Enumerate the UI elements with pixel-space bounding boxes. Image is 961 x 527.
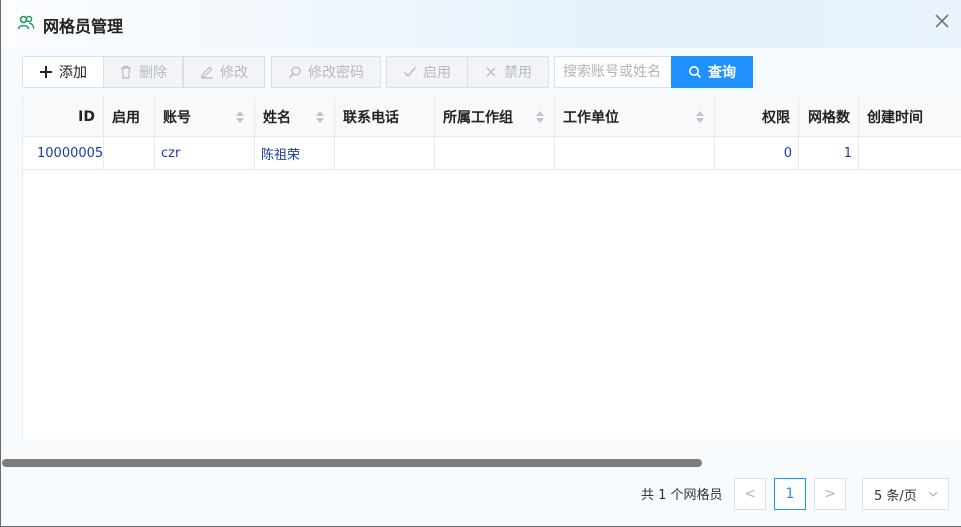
cell-workgroup — [435, 137, 555, 170]
search-input[interactable] — [554, 56, 672, 88]
cell-created-time — [859, 137, 961, 170]
column-header-work-unit[interactable]: 工作单位 — [555, 97, 715, 137]
enable-button-label: 启用 — [423, 65, 451, 81]
sort-icon — [316, 111, 324, 123]
grid-member-dialog: 网格员管理 添加 删除 修改 修改密码 启用 禁用 搜索账号或姓名 查询 ID … — [0, 0, 961, 527]
grid-header: ID 启用 账号 姓名 联系电话 所属工作组 工作单位 权限 网格数 创建时间 — [23, 97, 961, 137]
change-password-label: 修改密码 — [308, 65, 364, 81]
column-header-grid-count[interactable]: 网格数 — [799, 97, 859, 137]
sort-icon — [236, 111, 244, 123]
change-password-button[interactable]: 修改密码 — [271, 56, 381, 88]
chevron-right-icon: > — [824, 486, 836, 502]
x-icon — [484, 65, 498, 79]
close-icon — [935, 14, 949, 28]
cell-permission: 0 — [715, 137, 799, 170]
column-header-name[interactable]: 姓名 — [255, 97, 335, 137]
cell-account: czr — [155, 137, 255, 170]
column-header-account[interactable]: 账号 — [155, 97, 255, 137]
edit-button[interactable]: 修改 — [183, 56, 265, 88]
dialog-title: 网格员管理 — [43, 17, 124, 36]
search-icon — [288, 65, 302, 79]
next-page-button[interactable]: > — [814, 478, 846, 510]
cell-grid-count: 1 — [799, 137, 859, 170]
delete-button[interactable]: 删除 — [103, 56, 183, 88]
users-icon — [17, 14, 35, 32]
cell-id: 10000005 — [23, 137, 104, 170]
table-row[interactable]: 10000005 czr 陈祖荣 0 1 — [23, 137, 961, 170]
column-header-enabled[interactable]: 启用 — [104, 97, 155, 137]
pagination-total: 共 1 个网格员 — [641, 488, 723, 503]
check-icon — [403, 65, 417, 79]
page-size-select[interactable]: 5 条/页 — [862, 478, 949, 510]
search-icon — [688, 65, 702, 79]
close-button[interactable] — [932, 11, 952, 31]
column-header-permission[interactable]: 权限 — [715, 97, 799, 137]
data-grid: ID 启用 账号 姓名 联系电话 所属工作组 工作单位 权限 网格数 创建时间 — [22, 97, 961, 439]
add-button[interactable]: 添加 — [22, 56, 104, 88]
cell-enabled — [104, 137, 155, 170]
enable-button[interactable]: 启用 — [386, 56, 468, 88]
page-size-value: 5 条/页 — [874, 488, 917, 504]
disable-button-label: 禁用 — [504, 65, 532, 81]
cell-work-unit — [555, 137, 715, 170]
chevron-down-icon — [928, 491, 938, 497]
title-bar: 网格员管理 — [2, 0, 961, 48]
delete-button-label: 删除 — [139, 65, 167, 81]
column-header-phone[interactable]: 联系电话 — [335, 97, 435, 137]
column-header-workgroup[interactable]: 所属工作组 — [435, 97, 555, 137]
cell-name: 陈祖荣 — [255, 137, 335, 170]
trash-icon — [119, 65, 133, 79]
cell-phone — [335, 137, 435, 170]
column-header-created-time[interactable]: 创建时间 — [859, 97, 961, 137]
disable-button[interactable]: 禁用 — [467, 56, 549, 88]
edit-button-label: 修改 — [220, 65, 248, 81]
query-button[interactable]: 查询 — [671, 56, 753, 88]
chevron-left-icon: < — [744, 486, 756, 502]
add-button-label: 添加 — [59, 65, 87, 81]
plus-icon — [39, 65, 53, 79]
column-header-id[interactable]: ID — [23, 97, 104, 137]
query-button-label: 查询 — [708, 65, 736, 81]
sort-icon — [536, 111, 544, 123]
horizontal-scrollbar[interactable] — [2, 459, 702, 467]
page-button-current[interactable]: 1 — [774, 478, 806, 510]
sort-icon — [696, 111, 704, 123]
pencil-icon — [200, 65, 214, 79]
prev-page-button[interactable]: < — [734, 478, 766, 510]
